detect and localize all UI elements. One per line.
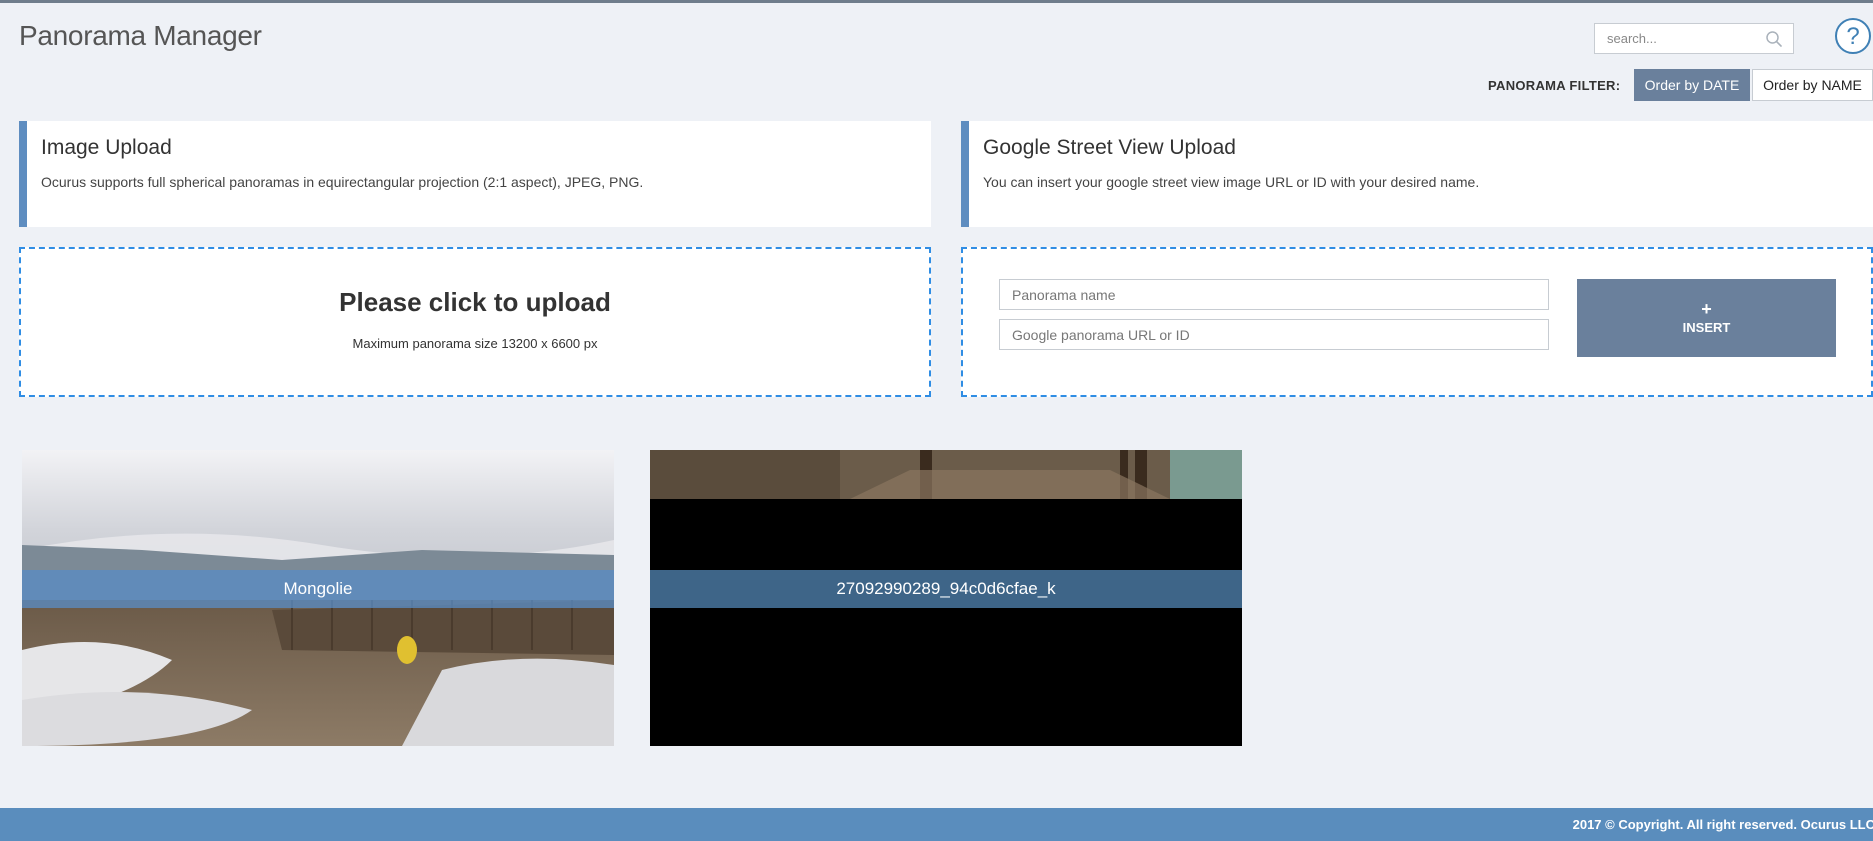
search-input[interactable]	[1595, 24, 1755, 53]
insert-label: INSERT	[1682, 319, 1731, 335]
order-by-name-button[interactable]: Order by NAME	[1752, 69, 1873, 101]
footer: 2017 © Copyright. All right reserved. Oc…	[0, 808, 1873, 841]
panorama-tile[interactable]: 27092990289_94c0d6cfae_k	[650, 450, 1242, 746]
panorama-url-input[interactable]	[999, 319, 1549, 350]
image-upload-title: Image Upload	[41, 136, 172, 159]
street-view-title: Google Street View Upload	[983, 136, 1236, 159]
image-upload-card: Image Upload Ocurus supports full spheri…	[19, 121, 931, 227]
insert-button[interactable]: + INSERT	[1577, 279, 1836, 357]
search-icon[interactable]	[1765, 30, 1783, 48]
panorama-tile[interactable]: Mongolie	[22, 450, 614, 746]
plus-icon: +	[1701, 298, 1712, 319]
svg-text:?: ?	[1846, 23, 1859, 50]
search-box[interactable]	[1594, 23, 1794, 54]
street-view-description: You can insert your google street view i…	[983, 174, 1480, 190]
panorama-filter-label: PANORAMA FILTER:	[1488, 78, 1621, 93]
order-by-date-button[interactable]: Order by DATE	[1634, 69, 1750, 101]
top-border	[0, 0, 1873, 3]
image-upload-description: Ocurus supports full spherical panoramas…	[41, 174, 644, 190]
upload-dropzone-subtitle: Maximum panorama size 13200 x 6600 px	[352, 336, 598, 351]
upload-dropzone[interactable]: Please click to upload Maximum panorama …	[19, 247, 931, 397]
page-title: Panorama Manager	[19, 20, 262, 51]
upload-dropzone-title: Please click to upload	[339, 287, 611, 317]
help-icon[interactable]: ?	[1834, 17, 1872, 55]
panorama-name-input[interactable]	[999, 279, 1549, 310]
panorama-name: 27092990289_94c0d6cfae_k	[650, 570, 1242, 608]
panorama-name: Mongolie	[22, 570, 614, 608]
street-view-form: + INSERT	[961, 247, 1873, 397]
copyright-text: 2017 © Copyright. All right reserved. Oc…	[1572, 817, 1873, 832]
street-view-card: Google Street View Upload You can insert…	[961, 121, 1873, 227]
